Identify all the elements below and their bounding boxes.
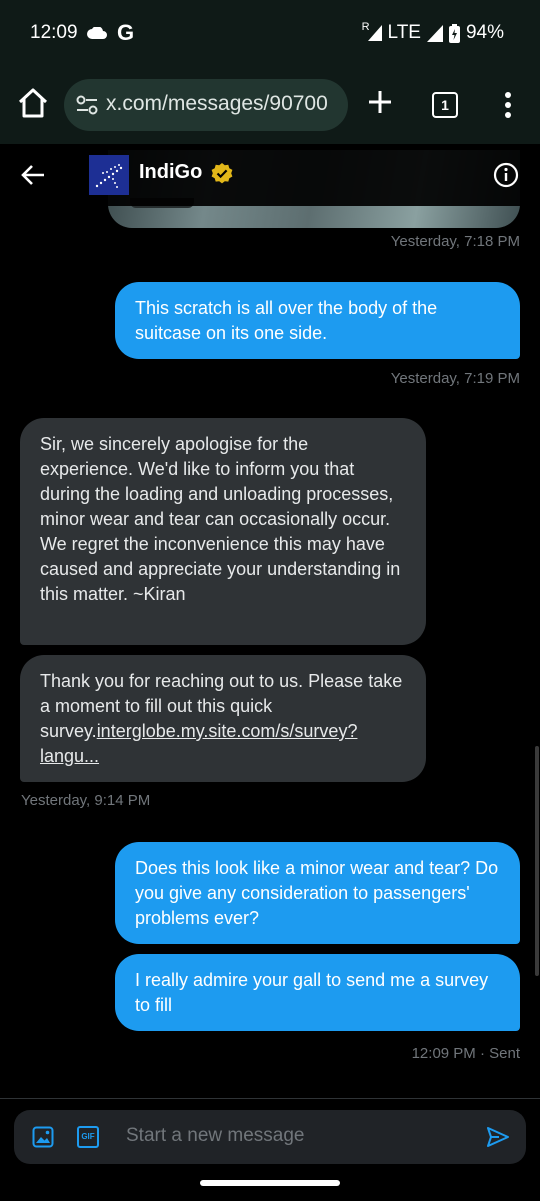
received-message[interactable]: Thank you for reaching out to us. Please… (20, 655, 426, 782)
browser-toolbar: x.com/messages/90700 1 (0, 66, 540, 144)
home-indicator[interactable] (200, 1180, 340, 1186)
battery-percent: 94% (465, 22, 504, 43)
signal-icon (367, 25, 382, 41)
message-timestamp: Yesterday, 7:19 PM (390, 370, 520, 387)
verified-badge-icon (211, 163, 233, 184)
battery-icon (448, 23, 460, 43)
message-timestamp: Yesterday, 9:14 PM (21, 792, 151, 809)
gif-button[interactable]: GIF (77, 1126, 99, 1148)
network-type: LTE (387, 22, 421, 43)
status-bar: 12:09 G R LTE 94% (0, 0, 540, 66)
tab-switcher-button[interactable]: 1 (432, 92, 458, 118)
status-time: 12:09 (30, 22, 78, 43)
url-text[interactable]: x.com/messages/90700 (106, 92, 328, 116)
sent-message[interactable]: I really admire your gall to send me a s… (115, 954, 520, 1031)
message-composer: GIF Start a new message (14, 1110, 526, 1164)
sent-message[interactable]: Does this look like a minor wear and tea… (115, 842, 520, 944)
google-g-icon: G (117, 20, 135, 45)
address-bar[interactable]: x.com/messages/90700 (64, 79, 348, 131)
message-timestamp: Yesterday, 7:18 PM (390, 233, 520, 250)
image-icon[interactable] (32, 1126, 54, 1148)
received-message[interactable]: Sir, we sincerely apologise for the expe… (20, 418, 426, 645)
avatar[interactable] (89, 155, 129, 195)
new-tab-icon[interactable] (366, 88, 394, 116)
roaming-indicator: R (361, 21, 370, 33)
chat-header: IndiGo (0, 144, 540, 206)
info-icon[interactable] (493, 162, 519, 188)
indigo-logo-icon (95, 164, 123, 188)
send-icon[interactable] (486, 1125, 510, 1149)
more-vert-icon[interactable] (498, 90, 518, 120)
signal-icon (426, 24, 443, 42)
scrollbar[interactable] (535, 746, 539, 976)
chat-title[interactable]: IndiGo (139, 161, 202, 184)
message-status: 12:09 PM · Sent (411, 1045, 520, 1062)
message-input[interactable]: Start a new message (126, 1125, 304, 1147)
site-settings-icon[interactable] (76, 95, 98, 115)
status-right: R LTE 94% (361, 21, 504, 44)
back-arrow-icon[interactable] (20, 162, 46, 188)
home-icon[interactable] (16, 86, 50, 120)
cloud-icon (87, 27, 107, 39)
sent-message[interactable]: This scratch is all over the body of the… (115, 282, 520, 359)
